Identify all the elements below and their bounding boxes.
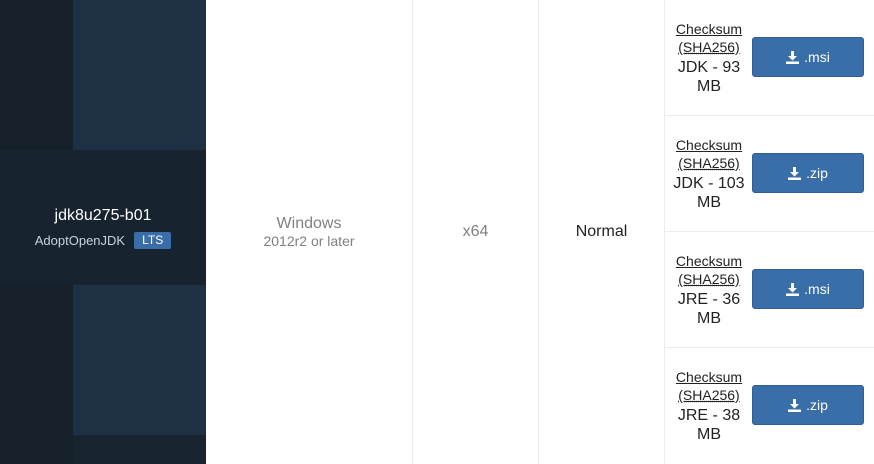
download-button-label: .zip — [806, 165, 828, 181]
package-size-value: JDK - 103 — [673, 175, 745, 192]
os-version: 2012r2 or later — [263, 233, 355, 249]
background-block — [73, 0, 206, 150]
release-row: jdk8u275-b01 AdoptOpenJDK LTS Windows 20… — [0, 0, 874, 464]
download-info: Checksum (SHA256) JDK - 93 MB — [665, 0, 753, 116]
checksum-label: Checksum — [675, 137, 743, 153]
download-icon — [788, 398, 802, 412]
background-block — [0, 285, 73, 464]
download-row: Checksum (SHA256) JDK - 103 MB .zip — [665, 116, 874, 232]
checksum-link[interactable]: Checksum (SHA256) — [676, 136, 742, 172]
download-msi-button[interactable]: .msi — [752, 269, 864, 309]
package-size: JDK - 93 MB — [678, 58, 740, 96]
checksum-label: Checksum — [675, 21, 743, 37]
downloads-cell: Checksum (SHA256) JDK - 93 MB .msi Check… — [665, 0, 874, 464]
package-size: JRE - 38 MB — [678, 406, 740, 444]
checksum-label: Checksum — [675, 369, 743, 385]
download-row: Checksum (SHA256) JDK - 93 MB .msi — [665, 0, 874, 116]
os-name: Windows — [276, 215, 342, 232]
checksum-label: Checksum — [675, 253, 743, 269]
release-vendor-line: AdoptOpenJDK LTS — [0, 231, 206, 250]
release-info: jdk8u275-b01 AdoptOpenJDK LTS — [0, 205, 206, 250]
package-size-unit: MB — [697, 426, 721, 443]
download-msi-button[interactable]: .msi — [752, 37, 864, 77]
download-button-label: .zip — [806, 397, 828, 413]
package-size-value: JRE - 36 — [677, 291, 741, 308]
download-row: Checksum (SHA256) JRE - 36 MB .msi — [665, 232, 874, 348]
background-block — [73, 435, 206, 464]
architecture-cell: x64 — [413, 0, 539, 464]
checksum-algorithm: (SHA256) — [678, 155, 740, 171]
download-zip-button[interactable]: .zip — [752, 385, 864, 425]
package-size-unit: MB — [697, 310, 721, 327]
checksum-link[interactable]: Checksum (SHA256) — [676, 252, 742, 288]
heap-cell: Normal — [539, 0, 665, 464]
os-cell: Windows 2012r2 or later — [206, 0, 413, 464]
lts-badge: LTS — [134, 232, 172, 249]
checksum-algorithm: (SHA256) — [678, 271, 740, 287]
download-icon — [788, 166, 802, 180]
download-button-label: .msi — [804, 49, 830, 65]
checksum-link[interactable]: Checksum (SHA256) — [676, 20, 742, 56]
package-size-value: JRE - 38 — [677, 407, 741, 424]
package-size: JRE - 36 MB — [678, 290, 740, 328]
release-vendor: AdoptOpenJDK — [34, 233, 126, 248]
release-name: jdk8u275-b01 — [54, 207, 152, 224]
download-button-label: .msi — [804, 281, 830, 297]
checksum-algorithm: (SHA256) — [678, 39, 740, 55]
checksum-algorithm: (SHA256) — [678, 387, 740, 403]
download-zip-button[interactable]: .zip — [752, 153, 864, 193]
package-size: JDK - 103 MB — [673, 174, 744, 212]
package-size-unit: MB — [697, 78, 721, 95]
heap-label: Normal — [575, 223, 628, 240]
download-info: Checksum (SHA256) JRE - 36 MB — [665, 232, 753, 348]
download-info: Checksum (SHA256) JDK - 103 MB — [665, 116, 753, 232]
download-icon — [786, 50, 800, 64]
architecture-label: x64 — [462, 223, 489, 240]
download-icon — [786, 282, 800, 296]
checksum-link[interactable]: Checksum (SHA256) — [676, 368, 742, 404]
background-block — [73, 285, 206, 435]
package-size-value: JDK - 93 — [677, 59, 741, 76]
download-row: Checksum (SHA256) JRE - 38 MB .zip — [665, 348, 874, 464]
release-cell: jdk8u275-b01 AdoptOpenJDK LTS — [0, 0, 206, 464]
package-size-unit: MB — [696, 194, 721, 211]
background-block — [0, 0, 73, 150]
download-info: Checksum (SHA256) JRE - 38 MB — [665, 348, 753, 464]
